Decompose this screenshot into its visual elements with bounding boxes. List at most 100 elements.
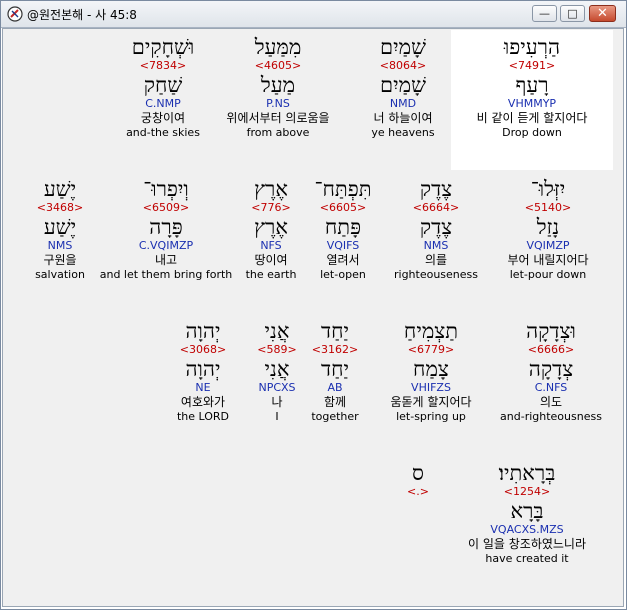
- strong-number[interactable]: <1254>: [443, 485, 611, 499]
- hebrew-lemma: צָמַח: [413, 357, 449, 381]
- title-bar[interactable]: @원전본해 - 사 45:8 — □ ✕: [1, 1, 626, 28]
- word-cell[interactable]: יְהוָה <3068> יְהוָה NE 여호와가 the LORD: [163, 319, 243, 424]
- strong-number[interactable]: <6605>: [303, 201, 383, 215]
- hebrew-lemma: בָּרָא: [510, 499, 544, 523]
- english-gloss: I: [275, 410, 279, 423]
- word-cell-selected[interactable]: הַרְעִיפוּ <7491> רָעַף VHMMYP 비 같이 듣게 할…: [453, 35, 611, 140]
- hebrew-word: הַרְעִיפוּ: [503, 35, 561, 59]
- english-gloss: have created it: [485, 552, 569, 565]
- morphology-code: NMS: [47, 239, 73, 252]
- word-cell[interactable]: אֶרֶץ <776> אֶרֶץ NFS 땅이여 the earth: [231, 177, 311, 282]
- morphology-code: NPCXS: [258, 381, 296, 394]
- morphology-code: VHIFZS: [411, 381, 451, 394]
- morphology-code: VQIFS: [326, 239, 360, 252]
- morphology-code: NE: [195, 381, 211, 394]
- hebrew-lemma: צְדָקָה: [528, 357, 574, 381]
- hebrew-word: וְיִפְרוּ־: [143, 177, 189, 201]
- word-cell[interactable]: יֶשַׁע <3468> יֶשַׁע NMS 구원을 salvation: [15, 177, 105, 282]
- english-gloss: let-open: [320, 268, 366, 281]
- strong-number[interactable]: <7491>: [453, 59, 611, 73]
- hebrew-word: צֶדֶק: [419, 177, 453, 201]
- korean-gloss: 땅이여: [254, 253, 288, 267]
- korean-gloss: 구원을: [43, 253, 77, 267]
- hebrew-word: אֲנִי: [264, 319, 290, 343]
- strong-number[interactable]: <6509>: [96, 201, 236, 215]
- morphology-code: AB: [327, 381, 343, 394]
- english-gloss: and let them bring forth: [99, 268, 233, 281]
- korean-gloss: 열려서: [326, 253, 360, 267]
- maximize-icon: □: [567, 7, 578, 20]
- korean-gloss: 움돋게 할지어다: [390, 395, 472, 409]
- strong-number[interactable]: <3468>: [15, 201, 105, 215]
- korean-gloss: 나: [271, 395, 283, 409]
- korean-gloss: 내고: [154, 253, 178, 267]
- hebrew-lemma: צֶדֶק: [419, 215, 453, 239]
- korean-gloss: 여호와가: [180, 395, 226, 409]
- english-gloss: let-spring up: [396, 410, 466, 423]
- hebrew-word: יְהוָה: [185, 319, 221, 343]
- korean-gloss: 의도: [539, 395, 563, 409]
- word-cell[interactable]: יִזְּלוּ־ <5140> נָזַל VQIMZP 부어 내릴지어다 l…: [488, 177, 608, 282]
- strong-number[interactable]: <3068>: [163, 343, 243, 357]
- hebrew-lemma: אֲנִי: [264, 357, 290, 381]
- morphology-code: VQACXS.MZS: [490, 523, 564, 536]
- hebrew-lemma: יֶשַׁע: [43, 215, 77, 239]
- word-cell[interactable]: ס <.>: [388, 461, 448, 499]
- english-gloss: Drop down: [502, 126, 562, 139]
- hebrew-lemma: יְהוָה: [185, 357, 221, 381]
- word-cell[interactable]: צֶדֶק <6664> צֶדֶק NMS 의를 righteouseness: [386, 177, 486, 282]
- english-gloss: let-pour down: [509, 268, 587, 281]
- strong-number[interactable]: <5140>: [488, 201, 608, 215]
- hebrew-word: יֶשַׁע: [43, 177, 77, 201]
- morphology-code: VQIMZP: [526, 239, 570, 252]
- english-gloss: and-righteousness: [500, 410, 602, 423]
- word-cell[interactable]: בְּרָאתִיו׃ <1254> בָּרָא VQACXS.MZS 이 일…: [443, 461, 611, 566]
- word-cell[interactable]: אֲנִי <589> אֲנִי NPCXS 나 I: [247, 319, 307, 424]
- app-window: @원전본해 - 사 45:8 — □ ✕ וּשְׁחָקִים <7834> …: [0, 0, 627, 610]
- english-gloss: together: [311, 410, 359, 423]
- window-title: @원전본해 - 사 45:8: [27, 8, 137, 22]
- strong-number[interactable]: <6664>: [386, 201, 486, 215]
- strong-number[interactable]: <776>: [231, 201, 311, 215]
- hebrew-word: תִּפְתַּח־: [314, 177, 372, 201]
- hebrew-word: בְּרָאתִיו׃: [498, 461, 556, 485]
- hebrew-word: יַחַד: [320, 319, 350, 343]
- morphology-code: VHMMYP: [507, 97, 557, 110]
- strong-number[interactable]: <.>: [388, 485, 448, 499]
- strong-number[interactable]: <6779>: [366, 343, 496, 357]
- english-gloss: the LORD: [176, 410, 230, 423]
- morphology-code: C.NFS: [534, 381, 568, 394]
- maximize-button[interactable]: □: [560, 5, 585, 22]
- hebrew-word: תַצְמִיחַ: [403, 319, 459, 343]
- hebrew-lemma: פָּרָה: [149, 215, 183, 239]
- english-gloss: righteouseness: [393, 268, 478, 281]
- word-cell[interactable]: וְיִפְרוּ־ <6509> פָּרָה C.VQIMZP 내고 and…: [96, 177, 236, 282]
- korean-gloss: 함께: [323, 395, 347, 409]
- korean-gloss: 의를: [424, 253, 448, 267]
- korean-gloss: 부어 내릴지어다: [507, 253, 589, 267]
- korean-gloss: 비 같이 듣게 할지어다: [476, 111, 588, 125]
- hebrew-word: וּצְדָקָה: [526, 319, 576, 343]
- app-icon: [7, 6, 23, 22]
- strong-number[interactable]: <589>: [247, 343, 307, 357]
- interlinear-panel: וּשְׁחָקִים <7834> שַׁחַק C.NMP 궁창이여 and…: [2, 28, 624, 607]
- word-cell[interactable]: תִּפְתַּח־ <6605> פָּתַח VQIFS 열려서 let-o…: [303, 177, 383, 282]
- strong-number[interactable]: <3162>: [303, 343, 367, 357]
- close-button[interactable]: ✕: [589, 5, 616, 22]
- minimize-button[interactable]: —: [532, 5, 557, 22]
- hebrew-lemma: רָעַף: [515, 73, 549, 97]
- morphology-code: NFS: [260, 239, 282, 252]
- korean-gloss: 이 일을 창조하였느니라: [467, 537, 587, 551]
- hebrew-word: ס: [412, 461, 424, 485]
- hebrew-lemma: אֶרֶץ: [254, 215, 288, 239]
- strong-number[interactable]: <6666>: [491, 343, 611, 357]
- word-cell[interactable]: יַחַד <3162> יַחַד AB 함께 together: [303, 319, 367, 424]
- word-cell[interactable]: וּצְדָקָה <6666> צְדָקָה C.NFS 의도 and-ri…: [491, 319, 611, 424]
- minimize-icon: —: [539, 7, 550, 20]
- hebrew-lemma: נָזַל: [536, 215, 560, 239]
- word-cell[interactable]: תַצְמִיחַ <6779> צָמַח VHIFZS 움돋게 할지어다 l…: [366, 319, 496, 424]
- english-gloss: the earth: [245, 268, 297, 281]
- hebrew-lemma: פָּתַח: [324, 215, 362, 239]
- hebrew-lemma: יַחַד: [320, 357, 350, 381]
- hebrew-word: אֶרֶץ: [254, 177, 288, 201]
